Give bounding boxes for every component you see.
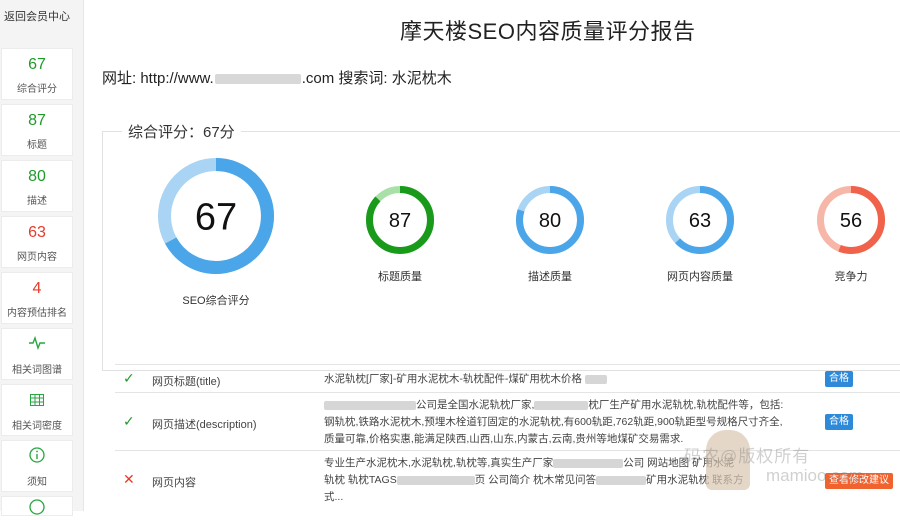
gauge-label: 网页内容质量 [667, 271, 733, 283]
sidebar-item-label: 综合评分 [17, 84, 57, 95]
gauge-ring: 80 [516, 186, 584, 254]
sidebar-item-label: 相关词图谱 [12, 365, 62, 376]
sidebar-item-value: 87 [28, 112, 46, 129]
sidebar-item-related-words-density[interactable]: 相关词密度 [1, 384, 73, 436]
gauge-value-text: 63 [689, 210, 711, 232]
redacted-text [396, 475, 475, 485]
gauge-label: 描述质量 [528, 271, 572, 283]
gauge-ring: 63 [666, 186, 734, 254]
sidebar-item-estimated-rank[interactable]: 4 内容预估排名 [1, 272, 73, 324]
sidebar-item-label: 内容预估排名 [7, 308, 67, 319]
status-badge[interactable]: 合格 [825, 371, 853, 387]
gauge-label: 标题质量 [378, 271, 422, 283]
row-content-text: 水泥轨枕[厂家]-矿用水泥枕木-轨枕配件-煤矿用枕木价格 [324, 373, 582, 385]
score-gauge: 87 标题质量 [346, 186, 454, 284]
keyword-value: 水泥枕木 [391, 70, 452, 87]
score-gauge: 63 网页内容质量 [646, 186, 754, 284]
row-content-text: 页 公司简介 枕木常见问答 [474, 474, 597, 486]
redacted-text [596, 475, 647, 485]
cross-icon: ✕ [123, 471, 135, 487]
sidebar-item-related-words-graph[interactable]: 相关词图谱 [1, 328, 73, 380]
sidebar-item-more[interactable] [1, 496, 73, 516]
site-info-line: 网址: http://www. .com 搜索词: 水泥枕木 [102, 67, 452, 88]
page-title: 摩天楼SEO内容质量评分报告 [400, 19, 696, 44]
check-icon: ✓ [123, 370, 135, 386]
score-gauge: 80 描述质量 [496, 186, 604, 284]
site-url-prefix: 网址: http://www. [102, 70, 214, 87]
row-content-text: 公司是全国水泥轨枕厂家, [416, 399, 535, 411]
sidebar-item-label: 描述 [27, 196, 47, 207]
sidebar-item-value: 80 [28, 168, 46, 185]
redacted-domain [214, 74, 301, 85]
sidebar-item-title[interactable]: 87 标题 [1, 104, 73, 156]
row-name: 网页标题(title) [152, 376, 221, 388]
info-icon [2, 499, 72, 519]
gauge-value-text: 87 [389, 210, 411, 232]
watermark-domain: mamioo.com [766, 466, 864, 485]
keyword-label: 搜索词: [338, 70, 388, 87]
score-gauge: 67 SEO综合评分 [138, 158, 294, 308]
sidebar-item-value: 4 [32, 280, 42, 297]
row-content-text: 轨枕 轨枕TAGS [324, 474, 397, 486]
gauge-ring: 67 [158, 158, 274, 274]
overall-score-legend: 综合评分：67分 [122, 121, 241, 142]
gauge-ring: 87 [366, 186, 434, 254]
row-content-text: 专业生产水泥枕木,水泥轨枕,轨枕等,真实生产厂家 [324, 457, 554, 469]
sidebar-item-label: 标题 [27, 140, 47, 151]
redacted-text [553, 458, 624, 468]
table-row: ✓ 网页标题(title) 水泥轨枕[厂家]-矿用水泥枕木-轨枕配件-煤矿用枕木… [115, 364, 900, 392]
sidebar-item-notice[interactable]: 须知 [1, 440, 73, 492]
sidebar-item-label: 相关词密度 [12, 421, 62, 432]
row-content-text: 枕厂生产矿用水泥轨枕,轨枕配件等，包括: [588, 399, 784, 411]
redacted-text [584, 374, 607, 384]
row-content-text: 钢轨枕,铁路水泥枕木,预埋木栓道钉固定的水泥轨枕,有600轨距,762轨距,90… [324, 416, 783, 428]
row-content: 水泥轨枕[厂家]-矿用水泥枕木-轨枕配件-煤矿用枕木价格 [324, 371, 819, 388]
grid-icon [2, 391, 72, 411]
row-name: 网页内容 [152, 477, 196, 489]
report-main: 摩天楼SEO内容质量评分报告 网址: http://www. .com 搜索词: … [84, 0, 900, 511]
gauge-value-text: 80 [539, 210, 561, 232]
gauge-value-text: 56 [840, 210, 862, 232]
row-name: 网页描述(description) [152, 419, 257, 431]
gauge-value-text: 67 [195, 197, 237, 239]
redacted-text [534, 400, 589, 410]
gauge-ring: 56 [817, 186, 885, 254]
sidebar-item-overall-score[interactable]: 67 综合评分 [1, 48, 73, 100]
sidebar: 返回会员中心 67 综合评分 87 标题 80 描述 63 网页内容 4 内容预… [0, 0, 84, 516]
sidebar-item-page-content[interactable]: 63 网页内容 [1, 216, 73, 268]
sidebar-item-label: 网页内容 [17, 252, 57, 263]
check-icon: ✓ [123, 413, 135, 429]
sidebar-item-value: 67 [28, 56, 46, 73]
gauge-label: 竞争力 [834, 271, 868, 283]
row-content-text: 式... [324, 491, 344, 503]
back-to-member-center-link[interactable]: 返回会员中心 [0, 0, 80, 32]
score-gauge: 56 竞争力 [797, 186, 900, 284]
sidebar-item-value: 63 [28, 224, 46, 241]
pulse-icon [2, 335, 72, 355]
sidebar-item-description[interactable]: 80 描述 [1, 160, 73, 212]
redacted-text [324, 400, 416, 410]
info-icon [2, 447, 72, 467]
gauge-label: SEO综合评分 [182, 295, 250, 307]
watermark-text: 码农@版权所有 [684, 447, 811, 466]
status-badge[interactable]: 合格 [825, 414, 853, 430]
site-url-suffix: .com [301, 70, 335, 87]
sidebar-item-label: 须知 [27, 477, 47, 488]
row-content-text: 质量可靠,价格实惠,能满足陕西,山西,山东,内蒙古,云南,贵州等地煤矿交易需求. [324, 433, 684, 445]
